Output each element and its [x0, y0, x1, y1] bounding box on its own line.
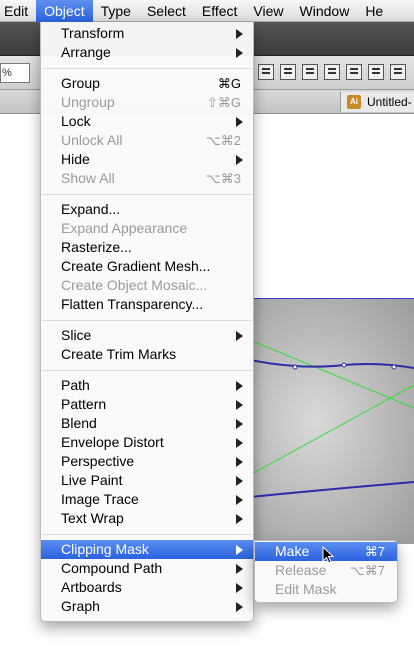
menu-select[interactable]: Select	[139, 0, 194, 22]
menu-edit[interactable]: Edit	[0, 0, 36, 22]
align-right-icon[interactable]	[302, 64, 318, 80]
menu-item-image-trace[interactable]: Image Trace	[41, 490, 253, 509]
menu-item-artboards[interactable]: Artboards	[41, 578, 253, 597]
submenu-arrow-icon	[236, 29, 243, 39]
menu-view[interactable]: View	[245, 0, 291, 22]
align-left-icon[interactable]	[258, 64, 274, 80]
menu-item-pattern[interactable]: Pattern	[41, 395, 253, 414]
illustrator-file-icon: Ai	[347, 95, 361, 109]
menu-bar: Edit Object Type Select Effect View Wind…	[0, 0, 414, 22]
menu-object[interactable]: Object	[36, 0, 93, 22]
menu-item-hide[interactable]: Hide	[41, 150, 253, 169]
align-top-icon[interactable]	[324, 64, 340, 80]
menu-item-clipping-mask[interactable]: Clipping Mask	[41, 540, 253, 559]
submenu-arrow-icon	[236, 331, 243, 341]
align-middle-icon[interactable]	[346, 64, 362, 80]
menu-separator	[41, 528, 253, 540]
menu-item-transform[interactable]: Transform	[41, 24, 253, 43]
submenu-item-edit-mask: Edit Mask	[275, 581, 337, 597]
submenu-arrow-icon	[236, 495, 243, 505]
submenu-arrow-icon	[236, 438, 243, 448]
submenu-arrow-icon	[236, 400, 243, 410]
menu-help[interactable]: He	[357, 0, 391, 22]
placed-image[interactable]	[250, 298, 414, 544]
menu-separator	[41, 188, 253, 200]
menu-item-flatten-transparency[interactable]: Flatten Transparency...	[41, 295, 253, 314]
mouse-pointer-icon	[322, 546, 335, 564]
shortcut: ⌥⌘3	[205, 171, 241, 186]
submenu-arrow-icon	[236, 514, 243, 524]
object-menu: Transform Arrange Group ⌘G Ungroup ⇧⌘G Loc…	[40, 22, 254, 622]
shortcut: ⌥⌘7	[349, 563, 385, 578]
menu-item-create-gradient-mesh[interactable]: Create Gradient Mesh...	[41, 257, 253, 276]
menu-separator	[41, 62, 253, 74]
menu-separator	[41, 364, 253, 376]
submenu-arrow-icon	[236, 457, 243, 467]
menu-window[interactable]: Window	[292, 0, 358, 22]
menu-item-slice[interactable]: Slice	[41, 326, 253, 345]
menu-item-path[interactable]: Path	[41, 376, 253, 395]
shortcut: ⇧⌘G	[206, 95, 241, 110]
menu-item-text-wrap[interactable]: Text Wrap	[41, 509, 253, 528]
menu-item-lock[interactable]: Lock	[41, 112, 253, 131]
menu-item-blend[interactable]: Blend	[41, 414, 253, 433]
submenu-arrow-icon	[236, 419, 243, 429]
opacity-percent-field[interactable]: %	[0, 63, 30, 83]
menu-item-create-trim-marks[interactable]: Create Trim Marks	[41, 345, 253, 364]
align-bottom-icon[interactable]	[368, 64, 384, 80]
submenu-arrow-icon	[236, 48, 243, 58]
menu-item-expand-appearance: Expand Appearance	[61, 220, 188, 236]
shortcut: ⌘7	[364, 544, 385, 559]
menu-item-live-paint[interactable]: Live Paint	[41, 471, 253, 490]
menu-item-ungroup: Ungroup ⇧⌘G	[61, 94, 241, 110]
menu-item-create-object-mosaic: Create Object Mosaic...	[61, 277, 208, 293]
menu-item-arrange[interactable]: Arrange	[41, 43, 253, 62]
submenu-arrow-icon	[236, 564, 243, 574]
submenu-arrow-icon	[236, 117, 243, 127]
menu-effect[interactable]: Effect	[194, 0, 246, 22]
submenu-arrow-icon	[236, 476, 243, 486]
menu-item-group[interactable]: Group ⌘G	[41, 74, 253, 93]
submenu-arrow-icon	[236, 545, 243, 555]
submenu-arrow-icon	[236, 155, 243, 165]
menu-item-perspective[interactable]: Perspective	[41, 452, 253, 471]
align-controls	[258, 64, 406, 80]
menu-item-envelope-distort[interactable]: Envelope Distort	[41, 433, 253, 452]
submenu-arrow-icon	[236, 583, 243, 593]
menu-item-unlock-all: Unlock All ⌥⌘2	[61, 132, 241, 148]
submenu-arrow-icon	[236, 602, 243, 612]
menu-type[interactable]: Type	[93, 0, 139, 22]
menu-item-graph[interactable]: Graph	[41, 597, 253, 616]
align-center-icon[interactable]	[280, 64, 296, 80]
menu-item-show-all: Show All ⌥⌘3	[61, 170, 241, 186]
shortcut: ⌘G	[217, 76, 241, 91]
distribute-icon[interactable]	[390, 64, 406, 80]
menu-item-rasterize[interactable]: Rasterize...	[41, 238, 253, 257]
shortcut: ⌥⌘2	[205, 133, 241, 148]
submenu-arrow-icon	[236, 381, 243, 391]
menu-item-expand[interactable]: Expand...	[41, 200, 253, 219]
menu-separator	[41, 314, 253, 326]
menu-item-compound-path[interactable]: Compound Path	[41, 559, 253, 578]
